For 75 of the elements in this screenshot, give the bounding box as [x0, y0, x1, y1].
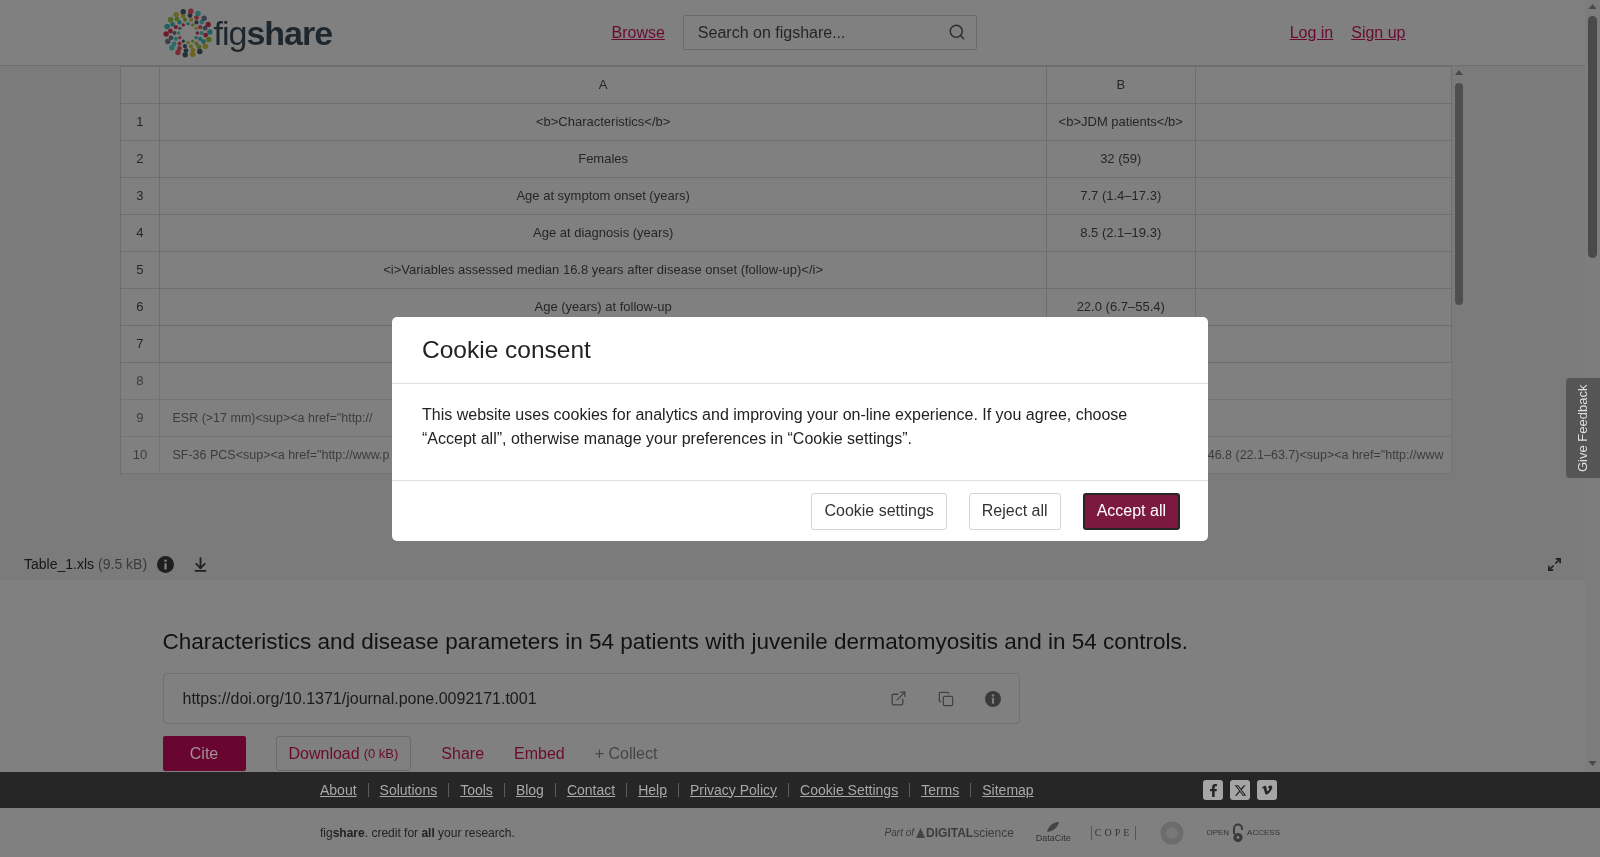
table-cell: 8.5 (2.1–19.3) [1046, 215, 1196, 252]
table-cell: Age at diagnosis (years) [160, 215, 1047, 252]
facebook-icon[interactable] [1203, 780, 1223, 800]
action-button[interactable]: Download (0 kB) [275, 736, 412, 771]
column-header[interactable]: B [1046, 67, 1196, 104]
row-number: 8 [120, 363, 161, 400]
triangle-mark-icon [916, 827, 926, 838]
file-name: Table_1.xls [24, 555, 95, 574]
expand-icon[interactable] [1547, 557, 1562, 572]
row-number: 4 [120, 215, 161, 252]
dialog-button[interactable]: Reject all [968, 492, 1061, 530]
footer-link[interactable]: Terms [921, 779, 960, 801]
table-cell: <b>Characteristics</b> [160, 104, 1047, 141]
partner-logo-text[interactable]: DIGITALscience [926, 823, 1014, 842]
footer-link[interactable]: Sitemap [982, 779, 1034, 801]
dialog-button[interactable]: Cookie settings [811, 492, 947, 530]
footer-link[interactable]: Contact [566, 779, 616, 801]
row-number: 1 [120, 104, 161, 141]
logo-wordmark[interactable]: figshare [213, 15, 333, 50]
footer-link[interactable]: Cookie Settings [800, 779, 899, 801]
external-link-icon[interactable] [889, 690, 907, 707]
account-link[interactable]: Sign up [1351, 20, 1406, 45]
table-cell: Age at symptom onset (years) [160, 178, 1047, 215]
footer-link[interactable]: About [320, 779, 357, 801]
info-icon[interactable] [157, 556, 175, 573]
table-cell: <i>Variables assessed median 16.8 years after disease onset (follow-up)</i> [160, 252, 1047, 289]
row-number: 9 [120, 400, 161, 437]
partner-prefix: Part of [884, 826, 915, 840]
footer-tagline: figshare. credit for all your research. [320, 824, 515, 842]
scroll-down-arrow-icon[interactable] [1588, 761, 1597, 766]
leaf-icon [1046, 821, 1061, 833]
footer-link[interactable]: Privacy Policy [689, 779, 778, 801]
partner-logo-text[interactable]: DataCite [1035, 833, 1071, 844]
action-button[interactable]: Cite [162, 736, 246, 771]
file-size: (9.5 kB) [98, 555, 148, 574]
partner-logo-text[interactable]: ACCESS [1247, 827, 1280, 838]
partner-logo-text[interactable]: OPEN [1206, 827, 1230, 838]
action-link[interactable]: Embed [514, 736, 565, 771]
search-icon[interactable] [947, 23, 966, 41]
scrollbar-thumb[interactable] [1588, 16, 1597, 258]
item-title: Characteristics and disease parameters in 54 patients with juvenile dermatomyositis and in 54 controls. [162, 629, 1189, 655]
row-number: 7 [120, 326, 161, 363]
row-number: 2 [120, 141, 161, 178]
partner-logo-text[interactable]: COPE [1090, 825, 1137, 840]
scroll-up-arrow-icon[interactable] [1588, 4, 1597, 9]
footer-link[interactable]: Tools [460, 779, 493, 801]
dialog-button[interactable]: Accept all [1082, 492, 1180, 530]
info-icon[interactable] [984, 690, 1001, 707]
copy-icon[interactable] [937, 690, 954, 707]
doi-link[interactable]: https://doi.org/10.1371/journal.pone.0092171.t001 [182, 686, 537, 711]
column-header[interactable]: A [160, 67, 1047, 104]
row-number: 5 [120, 252, 161, 289]
table-cell: 7.7 (1.4–17.3) [1046, 178, 1196, 215]
scroll-up-arrow-icon[interactable] [1454, 70, 1463, 75]
row-number: 3 [120, 178, 161, 215]
feedback-tab[interactable]: Give Feedback [1566, 378, 1600, 478]
table-cell: Females [160, 141, 1047, 178]
action-link[interactable]: Share [441, 736, 485, 771]
dialog-title: Cookie consent [422, 334, 591, 365]
scrollbar-thumb[interactable] [1454, 83, 1463, 305]
nav-link[interactable]: Browse [611, 20, 665, 45]
footer-link[interactable]: Solutions [379, 779, 438, 801]
action-link[interactable]: + Collect [594, 736, 658, 771]
dot-spiral-logo-icon[interactable] [162, 7, 213, 58]
search-field[interactable]: Search on figshare... [682, 15, 977, 50]
footer-link[interactable]: Blog [515, 779, 544, 801]
vimeo-icon[interactable] [1257, 780, 1277, 800]
table-cell: 32 (59) [1046, 141, 1196, 178]
row-number: 6 [120, 289, 161, 326]
open-padlock-icon [1231, 822, 1246, 843]
footer-link[interactable]: Help [638, 779, 667, 801]
account-link[interactable]: Log in [1289, 20, 1334, 45]
row-number: 10 [120, 437, 161, 474]
table-cell: <b>JDM patients</b> [1046, 104, 1196, 141]
x-icon[interactable] [1230, 780, 1250, 800]
